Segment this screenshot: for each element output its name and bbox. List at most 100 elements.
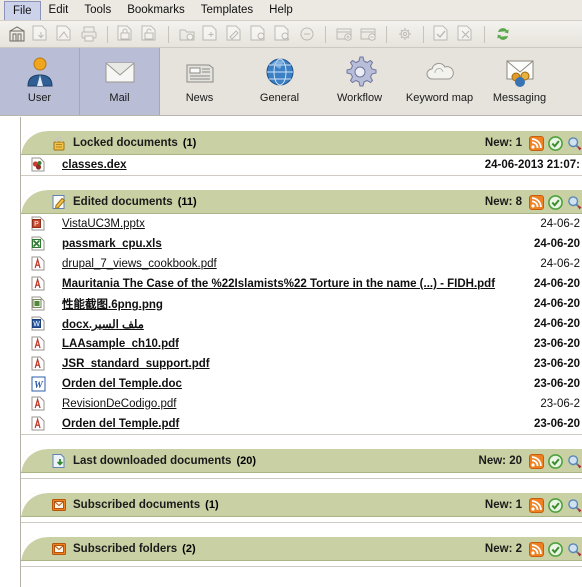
section-header[interactable]: Subscribed folders (2) New: 2 bbox=[21, 537, 582, 561]
mark-read-icon[interactable] bbox=[547, 194, 563, 210]
section-count: (11) bbox=[177, 195, 197, 208]
tab-label: Mail bbox=[109, 92, 130, 104]
section-empty-body bbox=[21, 561, 582, 567]
envelope-icon bbox=[51, 541, 67, 557]
tab-user[interactable]: User bbox=[0, 48, 80, 115]
mark-read-icon[interactable] bbox=[547, 135, 563, 151]
section-edited-documents: Edited documents (11) New: 8 P VistaUC3M.ppt… bbox=[21, 190, 582, 435]
section-header[interactable]: Edited documents (11) New: 8 bbox=[21, 190, 582, 214]
document-name-link[interactable]: RevisionDeCodigo.pdf bbox=[62, 398, 176, 410]
document-date: 24-06-2013 21:07: bbox=[484, 159, 580, 171]
section-last-downloaded-documents: Last downloaded documents (20) New: 20 bbox=[21, 449, 582, 479]
toolbar-separator bbox=[423, 25, 424, 43]
document-row[interactable]: JSR_standard_support.pdf 23-06-20 bbox=[21, 354, 582, 374]
section-locked-documents: Locked documents (1) New: 1 classes.dex 24-0… bbox=[21, 131, 582, 176]
archive-icon[interactable] bbox=[6, 23, 28, 45]
refresh-sync-icon[interactable] bbox=[492, 23, 514, 45]
document-row[interactable]: LAAsample_ch10.pdf 23-06-20 bbox=[21, 334, 582, 354]
section-count: (20) bbox=[236, 454, 257, 467]
section-header[interactable]: Locked documents (1) New: 1 bbox=[21, 131, 582, 155]
section-header[interactable]: Last downloaded documents (20) New: 20 bbox=[21, 449, 582, 473]
section-new-count: New: 8 bbox=[484, 196, 522, 208]
document-name-link[interactable]: LAAsample_ch10.pdf bbox=[62, 338, 179, 350]
document-list: classes.dex 24-06-2013 21:07: bbox=[21, 155, 582, 176]
document-name-link[interactable]: Mauritania The Case of the %22Islamists%… bbox=[62, 278, 495, 290]
search-icon[interactable] bbox=[566, 453, 582, 469]
mark-read-icon[interactable] bbox=[547, 453, 563, 469]
document-name-link[interactable]: classes.dex bbox=[62, 159, 127, 171]
document-name-link[interactable]: JSR_standard_support.pdf bbox=[62, 358, 210, 370]
mark-read-icon[interactable] bbox=[547, 497, 563, 513]
tab-mail[interactable]: Mail bbox=[80, 48, 160, 115]
tab-general[interactable]: General bbox=[240, 48, 320, 115]
document-date: 24-06-20 bbox=[533, 298, 580, 310]
document-row[interactable]: classes.dex 24-06-2013 21:07: bbox=[21, 155, 582, 175]
document-info-icon bbox=[272, 23, 294, 45]
toolbar-separator bbox=[386, 25, 387, 43]
settings-gear-icon bbox=[394, 23, 416, 45]
document-name-link[interactable]: drupal_7_views_cookbook.pdf bbox=[62, 258, 217, 270]
section-title: Subscribed documents bbox=[73, 498, 201, 511]
rss-icon[interactable] bbox=[528, 194, 544, 210]
svg-text:W: W bbox=[33, 321, 40, 328]
document-row[interactable]: RevisionDeCodigo.pdf 23-06-2 bbox=[21, 394, 582, 414]
document-row[interactable]: passmark_cpu.xls 24-06-20 bbox=[21, 234, 582, 254]
document-row[interactable]: P VistaUC3M.pptx 24-06-2 bbox=[21, 214, 582, 234]
search-icon[interactable] bbox=[566, 135, 582, 151]
section-header[interactable]: Subscribed documents (1) New: 1 bbox=[21, 493, 582, 517]
section-new-count: New: 1 bbox=[484, 137, 522, 149]
document-name-link[interactable]: Orden del Temple.pdf bbox=[62, 418, 179, 430]
document-date: 24-06-2 bbox=[540, 258, 580, 270]
unlock-document-icon bbox=[139, 23, 161, 45]
document-row[interactable]: 性能截图.6png.png 24-06-20 bbox=[21, 294, 582, 314]
rss-icon[interactable] bbox=[528, 135, 544, 151]
document-name-link[interactable]: passmark_cpu.xls bbox=[62, 238, 162, 250]
news-icon bbox=[183, 53, 217, 91]
document-export-icon bbox=[54, 23, 76, 45]
section-actions: New: 1 bbox=[485, 493, 582, 516]
menu-item-templates[interactable]: Templates bbox=[193, 0, 261, 20]
section-new-count: New: 2 bbox=[484, 543, 522, 555]
search-icon[interactable] bbox=[566, 541, 582, 557]
search-icon[interactable] bbox=[566, 194, 582, 210]
rss-icon[interactable] bbox=[528, 541, 544, 557]
document-name-link[interactable]: VistaUC3M.pptx bbox=[62, 218, 145, 230]
excel-file-icon bbox=[29, 236, 49, 252]
powerpoint-file-icon: P bbox=[29, 216, 49, 232]
section-subscribed-folders: Subscribed folders (2) New: 2 bbox=[21, 537, 582, 567]
search-icon[interactable] bbox=[566, 497, 582, 513]
svg-text:W: W bbox=[34, 380, 44, 391]
document-name-link[interactable]: Orden del Temple.doc bbox=[62, 378, 182, 390]
pdf-file-icon bbox=[29, 396, 49, 412]
rss-icon[interactable] bbox=[528, 453, 544, 469]
document-row[interactable]: W Orden del Temple.doc 23-06-20 bbox=[21, 374, 582, 394]
tab-keyword-map[interactable]: Keyword map bbox=[400, 48, 480, 115]
tab-news[interactable]: News bbox=[160, 48, 240, 115]
document-date: 24-06-20 bbox=[533, 238, 580, 250]
section-new-count: New: 20 bbox=[478, 455, 522, 467]
menu-item-file[interactable]: File bbox=[4, 1, 41, 20]
document-properties-icon bbox=[248, 23, 270, 45]
document-name-link[interactable]: 性能截图.6png.png bbox=[62, 296, 163, 312]
new-document-icon bbox=[200, 23, 222, 45]
document-date: 23-06-20 bbox=[533, 418, 580, 430]
menu-item-tools[interactable]: Tools bbox=[76, 0, 119, 20]
menu-item-help[interactable]: Help bbox=[261, 0, 301, 20]
document-row[interactable]: Mauritania The Case of the %22Islamists%… bbox=[21, 274, 582, 294]
menu-item-bookmarks[interactable]: Bookmarks bbox=[119, 0, 193, 20]
section-actions: New: 1 bbox=[484, 131, 582, 154]
document-row[interactable]: drupal_7_views_cookbook.pdf 24-06-2 bbox=[21, 254, 582, 274]
tab-messaging[interactable]: Messaging bbox=[480, 48, 560, 115]
lock-icon bbox=[51, 135, 67, 151]
cloud-icon bbox=[423, 53, 457, 91]
tab-workflow[interactable]: Workflow bbox=[320, 48, 400, 115]
mark-read-icon[interactable] bbox=[547, 541, 563, 557]
document-list: P VistaUC3M.pptx 24-06-2 passmark_cpu.xls 24… bbox=[21, 214, 582, 435]
document-name-link[interactable]: ملف السير.docx bbox=[62, 317, 144, 331]
menu-item-edit[interactable]: Edit bbox=[41, 0, 77, 20]
rss-icon[interactable] bbox=[528, 497, 544, 513]
document-row[interactable]: W ملف السير.docx 24-06-20 bbox=[21, 314, 582, 334]
document-row[interactable]: Orden del Temple.pdf 23-06-20 bbox=[21, 414, 582, 434]
section-title: Locked documents bbox=[73, 136, 178, 149]
tab-label: Workflow bbox=[336, 92, 383, 104]
